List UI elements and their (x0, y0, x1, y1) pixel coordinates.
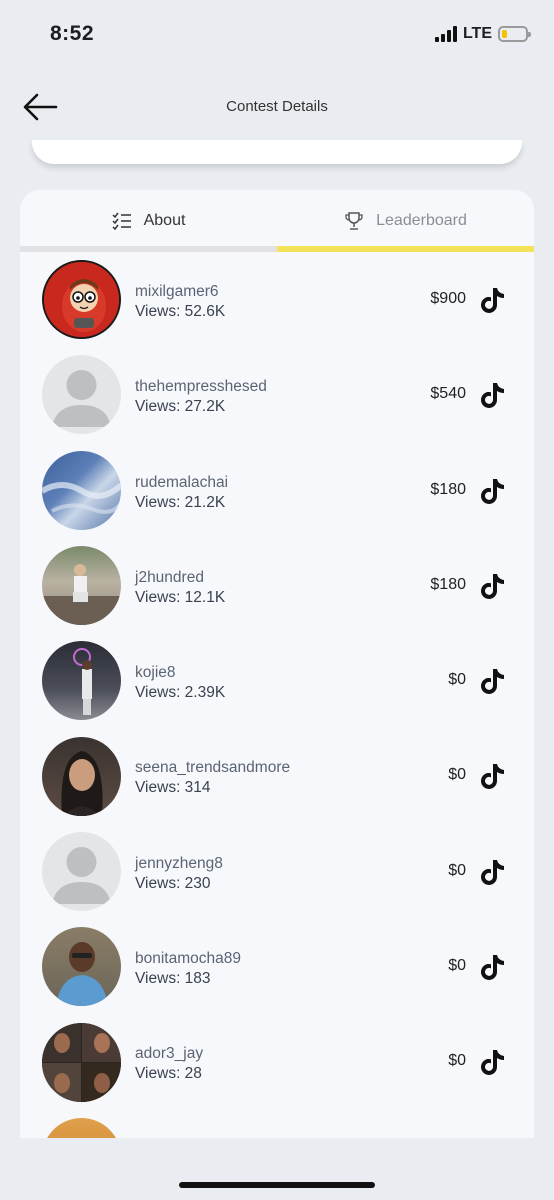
view-count: Views: 183 (135, 970, 211, 988)
status-bar: 8:52 LTE (0, 0, 554, 70)
tiktok-link-button[interactable] (480, 1048, 506, 1076)
tiktok-icon (481, 383, 504, 409)
view-count: Views: 12.1K (135, 588, 226, 606)
tiktok-icon (481, 859, 504, 885)
prize-amount: $180 (430, 575, 466, 593)
username: thehempresshesed (135, 378, 267, 396)
avatar (42, 641, 121, 721)
tiktok-link-button[interactable] (480, 858, 506, 886)
prize-amount: $0 (448, 766, 466, 784)
tiktok-icon (481, 669, 504, 695)
avatar (42, 1117, 121, 1138)
prize-amount: $0 (448, 957, 466, 975)
battery-icon (498, 26, 531, 42)
view-count: Views: 27.2K (135, 398, 226, 416)
leaderboard-row[interactable]: mixilgamer6 Views: 52.6K $900 (20, 252, 534, 347)
username: seena_trendsandmore (135, 759, 291, 777)
leaderboard-row[interactable]: seena_trendsandmore Views: 314 $0 (20, 728, 534, 823)
prize-amount: $0 (448, 1052, 466, 1070)
nav-header: Contest Details (0, 80, 554, 134)
prize-amount: $900 (430, 290, 466, 307)
leaderboard-row[interactable]: j2hundred Views: 12.1K $180 (20, 538, 534, 633)
leaderboard-row[interactable]: rudemalachai Views: 21.2K $180 (20, 443, 534, 538)
prize-amount: $0 (448, 671, 466, 689)
status-indicators: LTE (434, 25, 531, 43)
tiktok-link-button[interactable] (480, 381, 506, 409)
avatar (42, 736, 121, 816)
view-count: Views: 314 (135, 779, 211, 797)
contest-card-edge (32, 140, 522, 164)
tiktok-icon (481, 478, 504, 504)
tab-bar: About Leaderboard (20, 190, 534, 252)
avatar (42, 831, 121, 911)
avatar (42, 546, 121, 626)
view-count: Views: 52.6K (135, 303, 226, 320)
tiktok-icon (481, 573, 504, 599)
tiktok-icon (481, 288, 504, 313)
leaderboard-row[interactable]: bonitamocha89 Views: 183 $0 (20, 919, 534, 1014)
tiktok-link-button[interactable] (480, 762, 506, 790)
tiktok-link-button[interactable] (480, 477, 506, 505)
status-time: 8:52 (50, 22, 95, 45)
leaderboard-panel: About Leaderboard mixilgamer6 Views: 52.… (20, 190, 534, 1138)
tiktok-link-button[interactable] (480, 286, 506, 314)
view-count: Views: 28 (135, 1065, 202, 1083)
leaderboard-list: mixilgamer6 Views: 52.6K $900 thehempres… (20, 252, 534, 1138)
tiktok-icon (481, 1050, 504, 1076)
leaderboard-row-partial[interactable] (20, 1110, 534, 1138)
page-title: Contest Details (226, 98, 328, 115)
view-count: Views: 230 (135, 874, 211, 892)
tiktok-link-button[interactable] (480, 572, 506, 600)
tiktok-icon (481, 764, 504, 790)
prize-amount: $0 (448, 861, 466, 879)
tab-about[interactable]: About (20, 190, 277, 252)
username: j2hundred (135, 568, 204, 586)
network-label: LTE (462, 25, 492, 42)
signal-icon (434, 26, 457, 42)
home-indicator[interactable] (179, 1182, 375, 1188)
leaderboard-row[interactable]: jennyzheng8 Views: 230 $0 (20, 824, 534, 919)
tab-about-label: About (143, 212, 186, 229)
prize-amount: $180 (430, 480, 466, 498)
username: rudemalachai (135, 473, 229, 491)
view-count: Views: 2.39K (135, 684, 226, 702)
leaderboard-row[interactable]: thehempresshesed Views: 27.2K $540 (20, 347, 534, 442)
avatar (42, 260, 121, 340)
avatar (42, 1022, 121, 1102)
prize-amount: $540 (430, 385, 466, 403)
username: ador3_jay (135, 1045, 204, 1063)
username: jennyzheng8 (135, 854, 223, 872)
tiktok-icon (481, 955, 504, 981)
checklist-icon (112, 212, 131, 230)
trophy-icon (345, 212, 363, 230)
username: bonitamocha89 (135, 950, 241, 968)
avatar (42, 355, 121, 435)
tiktok-link-button[interactable] (480, 667, 506, 695)
username: mixilgamer6 (135, 283, 219, 300)
avatar (42, 450, 121, 530)
tab-leaderboard[interactable]: Leaderboard (277, 190, 534, 252)
avatar (42, 927, 121, 1007)
leaderboard-row[interactable]: ador3_jay Views: 28 $0 (20, 1014, 534, 1109)
tiktok-link-button[interactable] (480, 953, 506, 981)
tab-leaderboard-label: Leaderboard (376, 212, 467, 229)
leaderboard-row[interactable]: kojie8 Views: 2.39K $0 (20, 633, 534, 728)
view-count: Views: 21.2K (135, 493, 226, 511)
username: kojie8 (135, 664, 176, 682)
